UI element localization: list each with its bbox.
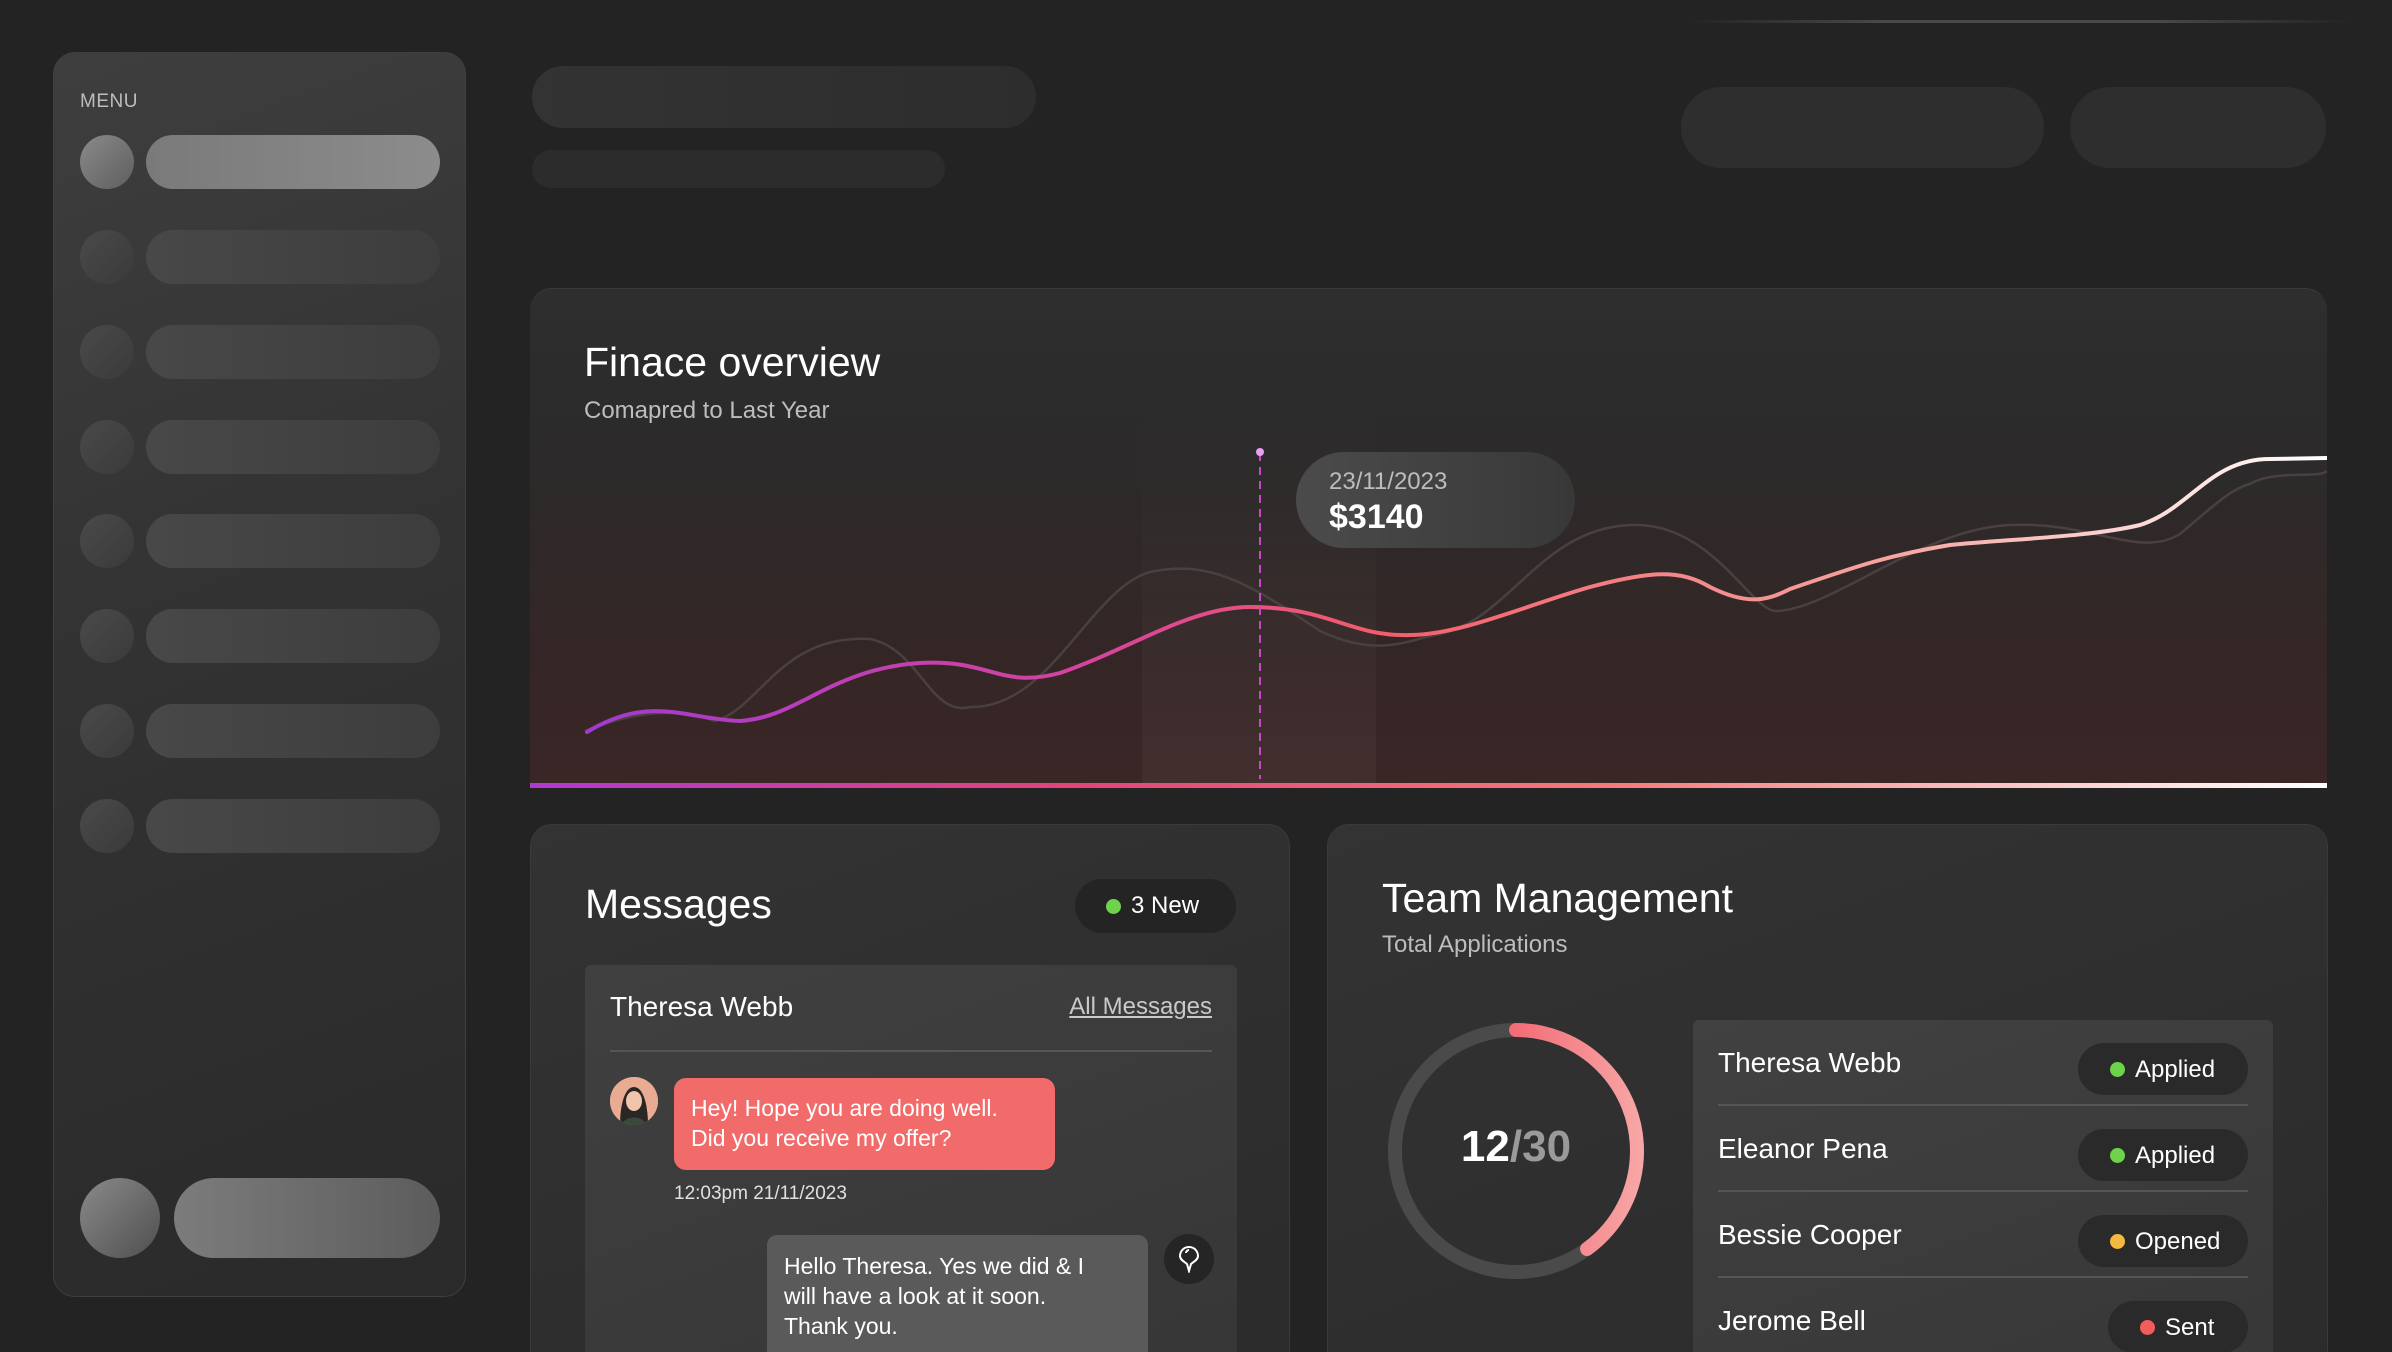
team-title: Team Management (1382, 875, 1733, 921)
nav-icon-placeholder (80, 420, 134, 474)
applications-current: 12 (1460, 1122, 1510, 1171)
status-dot (2110, 1062, 2125, 1077)
incoming-message-line: Hey! Hope you are doing well. (691, 1095, 998, 1121)
nav-item-8[interactable] (80, 798, 441, 854)
menu-label: MENU (80, 91, 138, 112)
nav-label-placeholder (146, 514, 440, 568)
outgoing-message-line: will have a look at it soon. (784, 1283, 1047, 1309)
nav-label-placeholder (146, 609, 440, 663)
status-badge: Applied (2078, 1043, 2248, 1095)
status-dot (1106, 899, 1121, 914)
header-action-button-1[interactable] (1681, 87, 2044, 168)
nav-label-placeholder (146, 230, 440, 284)
status-badge: Opened (2078, 1215, 2248, 1267)
nav-icon-placeholder (80, 514, 134, 568)
applicant-name: Eleanor Pena (1718, 1133, 1888, 1164)
applications-separator: / (1509, 1122, 1523, 1171)
tooltip-date: 23/11/2023 (1329, 468, 1448, 495)
applicant-name: Jerome Bell (1718, 1305, 1866, 1336)
nav-item-6[interactable] (80, 608, 441, 664)
nav-icon-placeholder (80, 799, 134, 853)
pin-icon[interactable] (1164, 1234, 1214, 1284)
profile-avatar[interactable] (80, 1178, 160, 1258)
nav-item-5[interactable] (80, 513, 441, 569)
nav-item-3[interactable] (80, 324, 441, 380)
applicant-row[interactable]: Bessie Cooper Opened (1718, 1192, 2248, 1278)
finance-overview-card: Finace overview Comapred to Last Year 23… (530, 288, 2327, 788)
team-management-card: Team Management Total Applications 12/30… (1327, 824, 2328, 1352)
nav-label-placeholder (146, 325, 440, 379)
nav-label-placeholder (146, 799, 440, 853)
team-subtitle: Total Applications (1382, 931, 1568, 958)
top-divider (1690, 20, 2350, 23)
applications-total: 30 (1522, 1122, 1572, 1171)
dashboard-page: MENU Finace overview Comapred to Last Ye… (0, 0, 2392, 1352)
applications-count: 12/30 (1382, 1122, 1650, 1172)
message-timestamp: 12:03pm 21/11/2023 (674, 1183, 847, 1204)
status-dot (2140, 1320, 2155, 1335)
nav-icon-placeholder (80, 609, 134, 663)
incoming-message-line: Did you receive my offer? (691, 1125, 952, 1151)
status-label: Opened (2135, 1228, 2221, 1255)
finance-title: Finace overview (584, 339, 881, 385)
incoming-message-bubble: Hey! Hope you are doing well. Did you re… (674, 1078, 1055, 1170)
nav-label-placeholder (146, 420, 440, 474)
status-badge: Sent (2108, 1301, 2248, 1352)
status-label: Applied (2135, 1056, 2216, 1083)
sidebar: MENU (53, 52, 466, 1297)
new-messages-badge[interactable]: 3 New (1075, 879, 1236, 933)
header-action-button-2[interactable] (2070, 87, 2326, 168)
nav-icon-placeholder (80, 325, 134, 379)
chat-panel: Theresa Webb All Messages Hey! Hope you … (585, 965, 1237, 1352)
applicant-name: Bessie Cooper (1718, 1219, 1902, 1250)
nav-item-4[interactable] (80, 419, 441, 475)
applicant-row[interactable]: Eleanor Pena Applied (1718, 1106, 2248, 1192)
status-badge: Applied (2078, 1129, 2248, 1181)
nav-icon-placeholder (80, 230, 134, 284)
applicant-row[interactable]: Jerome Bell Sent (1718, 1278, 2248, 1352)
status-dot (2110, 1234, 2125, 1249)
nav-item-2[interactable] (80, 229, 441, 285)
status-label: Applied (2135, 1142, 2216, 1169)
status-label: Sent (2165, 1314, 2215, 1341)
nav-icon-placeholder (80, 135, 134, 189)
nav-label-placeholder (146, 704, 440, 758)
chat-divider (610, 1050, 1212, 1052)
chart-tooltip: 23/11/2023 $3140 (1296, 452, 1575, 548)
all-messages-link[interactable]: All Messages (1069, 993, 1212, 1021)
messages-card: Messages 3 New Theresa Webb All Messages… (530, 824, 1290, 1352)
user-avatar (610, 1077, 658, 1125)
applicant-name: Theresa Webb (1718, 1047, 1902, 1078)
nav-item-1[interactable] (80, 134, 441, 190)
status-dot (2110, 1148, 2125, 1163)
new-badge-label: 3 New (1131, 892, 1200, 919)
header-subtitle-placeholder (532, 150, 945, 188)
outgoing-message-bubble: Hello Theresa. Yes we did & I will have … (767, 1235, 1148, 1352)
applicant-row[interactable]: Theresa Webb Applied (1718, 1020, 2248, 1106)
crosshair-point (1256, 448, 1264, 456)
header-title-placeholder (532, 66, 1036, 128)
outgoing-message-line: Hello Theresa. Yes we did & I (784, 1253, 1085, 1279)
applicants-list: Theresa Webb Applied Eleanor Pena Applie… (1693, 1020, 2273, 1352)
outgoing-message-line: Thank you. (784, 1313, 898, 1339)
nav-label-placeholder (146, 135, 440, 189)
messages-title: Messages (585, 881, 772, 927)
nav-icon-placeholder (80, 704, 134, 758)
tooltip-value: $3140 (1329, 498, 1424, 536)
chat-contact-name: Theresa Webb (610, 991, 794, 1022)
profile-name-placeholder[interactable] (174, 1178, 440, 1258)
chart-baseline (530, 783, 2327, 788)
nav-item-7[interactable] (80, 703, 441, 759)
finance-subtitle: Comapred to Last Year (584, 397, 830, 424)
